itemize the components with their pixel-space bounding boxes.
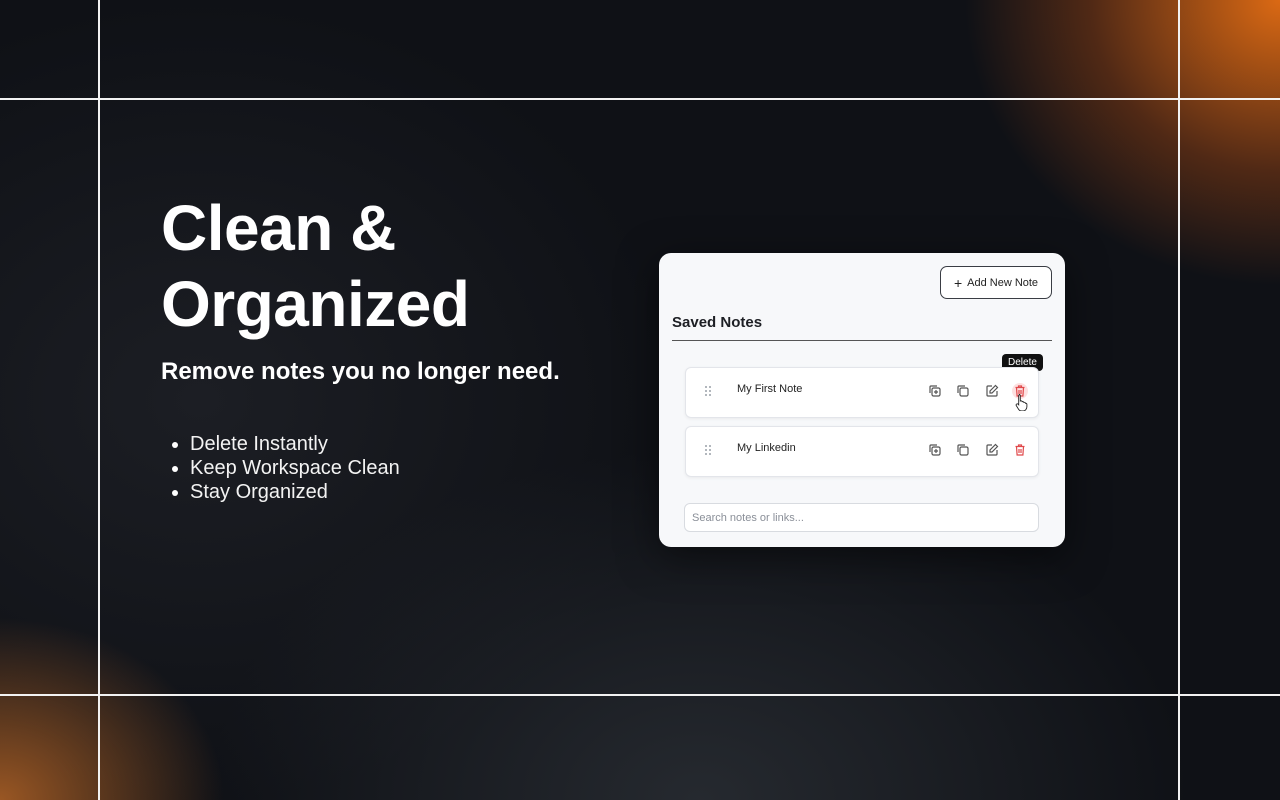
add-new-note-label: Add New Note: [967, 276, 1039, 289]
add-copy-icon[interactable]: [927, 383, 943, 399]
feature-item: Stay Organized: [172, 480, 400, 504]
grid-line-right: [1178, 0, 1180, 800]
feature-item: Keep Workspace Clean: [172, 456, 400, 480]
add-copy-icon[interactable]: [927, 442, 943, 458]
notes-panel: + Add New Note Saved Notes Delete My Fir…: [659, 253, 1065, 547]
feature-item: Delete Instantly: [172, 432, 400, 456]
copy-icon[interactable]: [955, 383, 971, 399]
note-card[interactable]: My Linkedin: [685, 426, 1039, 477]
grid-line-top: [0, 98, 1280, 100]
hero-section: Clean & Organized Remove notes you no lo…: [161, 190, 581, 386]
plus-icon: +: [953, 274, 963, 291]
grid-line-left: [98, 0, 100, 800]
trash-icon[interactable]: [1012, 442, 1028, 458]
pointer-cursor-icon: [1015, 394, 1028, 411]
hero-title: Clean & Organized: [161, 192, 470, 340]
grid-line-bottom: [0, 694, 1280, 696]
search-input[interactable]: [684, 503, 1039, 532]
edit-icon[interactable]: [984, 383, 1000, 399]
section-divider: [672, 340, 1052, 341]
copy-icon[interactable]: [955, 442, 971, 458]
edit-icon[interactable]: [984, 442, 1000, 458]
feature-list: Delete Instantly Keep Workspace Clean St…: [172, 432, 400, 504]
note-title[interactable]: My First Note: [737, 383, 802, 395]
drag-handle-icon[interactable]: [705, 386, 713, 398]
drag-handle-icon[interactable]: [705, 445, 713, 457]
hero-subtitle: Remove notes you no longer need.: [161, 358, 560, 385]
note-title[interactable]: My Linkedin: [737, 442, 796, 454]
saved-notes-title: Saved Notes: [672, 314, 763, 331]
add-new-note-button[interactable]: + Add New Note: [940, 266, 1052, 299]
note-card[interactable]: My First Note: [685, 367, 1039, 418]
